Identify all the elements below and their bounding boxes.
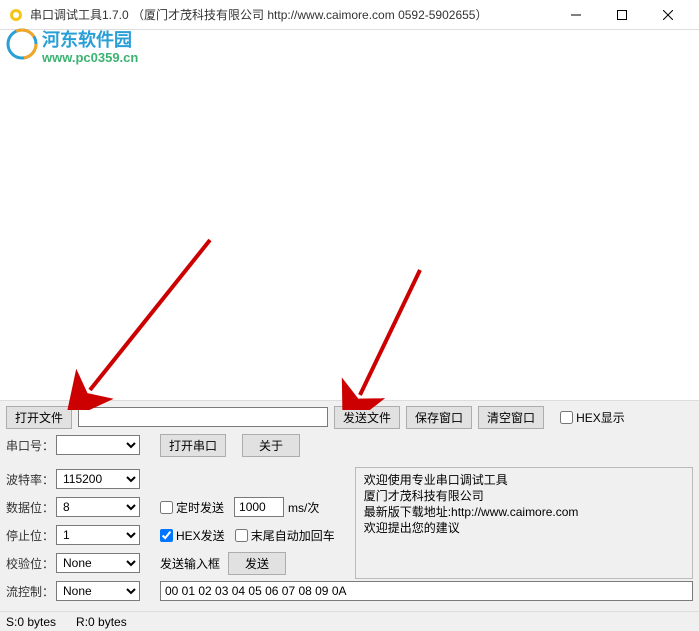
output-area	[0, 30, 699, 400]
send-button[interactable]: 发送	[228, 552, 286, 575]
clear-window-button[interactable]: 清空窗口	[478, 406, 544, 429]
info-line: 欢迎提出您的建议	[364, 520, 684, 536]
flow-label: 流控制：	[6, 583, 56, 600]
app-icon	[8, 7, 24, 23]
stopbits-label: 停止位：	[6, 527, 56, 544]
flow-select[interactable]: None	[56, 581, 140, 601]
about-button[interactable]: 关于	[242, 434, 300, 457]
info-line: 厦门才茂科技有限公司	[364, 488, 684, 504]
hex-display-checkbox[interactable]: HEX显示	[560, 409, 625, 426]
hex-input[interactable]	[160, 581, 693, 601]
parity-label: 校验位：	[6, 555, 56, 572]
annotation-arrow-right	[340, 260, 440, 410]
databits-select[interactable]: 8	[56, 497, 140, 517]
info-line: 欢迎使用专业串口调试工具	[364, 472, 684, 488]
baud-select[interactable]: 115200	[56, 469, 140, 489]
status-sent: S:0 bytes	[6, 615, 56, 629]
ms-label: ms/次	[288, 499, 319, 516]
minimize-button[interactable]	[553, 0, 599, 30]
append-crlf-checkbox[interactable]: 末尾自动加回车	[235, 527, 335, 544]
port-label: 串口号：	[6, 437, 56, 454]
baud-label: 波特率：	[6, 471, 56, 488]
file-path-input[interactable]	[78, 407, 328, 427]
databits-label: 数据位：	[6, 499, 56, 516]
statusbar: S:0 bytes R:0 bytes	[0, 611, 699, 631]
open-port-button[interactable]: 打开串口	[160, 434, 226, 457]
status-received: R:0 bytes	[76, 615, 127, 629]
timed-send-checkbox[interactable]: 定时发送	[160, 499, 224, 516]
port-select[interactable]	[56, 435, 140, 455]
interval-input[interactable]	[234, 497, 284, 517]
control-panel: 打开文件 发送文件 保存窗口 清空窗口 HEX显示 串口号： 打开串口 关于 波…	[0, 400, 699, 611]
info-line: 最新版下载地址:http://www.caimore.com	[364, 504, 684, 520]
window-title: 串口调试工具1.7.0 （厦门才茂科技有限公司 http://www.caimo…	[30, 6, 553, 23]
annotation-arrow-left	[60, 230, 220, 410]
send-input-label: 发送输入框	[160, 555, 220, 572]
parity-select[interactable]: None	[56, 553, 140, 573]
close-button[interactable]	[645, 0, 691, 30]
maximize-button[interactable]	[599, 0, 645, 30]
hex-send-checkbox[interactable]: HEX发送	[160, 527, 225, 544]
titlebar: 串口调试工具1.7.0 （厦门才茂科技有限公司 http://www.caimo…	[0, 0, 699, 30]
stopbits-select[interactable]: 1	[56, 525, 140, 545]
info-box: 欢迎使用专业串口调试工具 厦门才茂科技有限公司 最新版下载地址:http://w…	[355, 467, 693, 579]
